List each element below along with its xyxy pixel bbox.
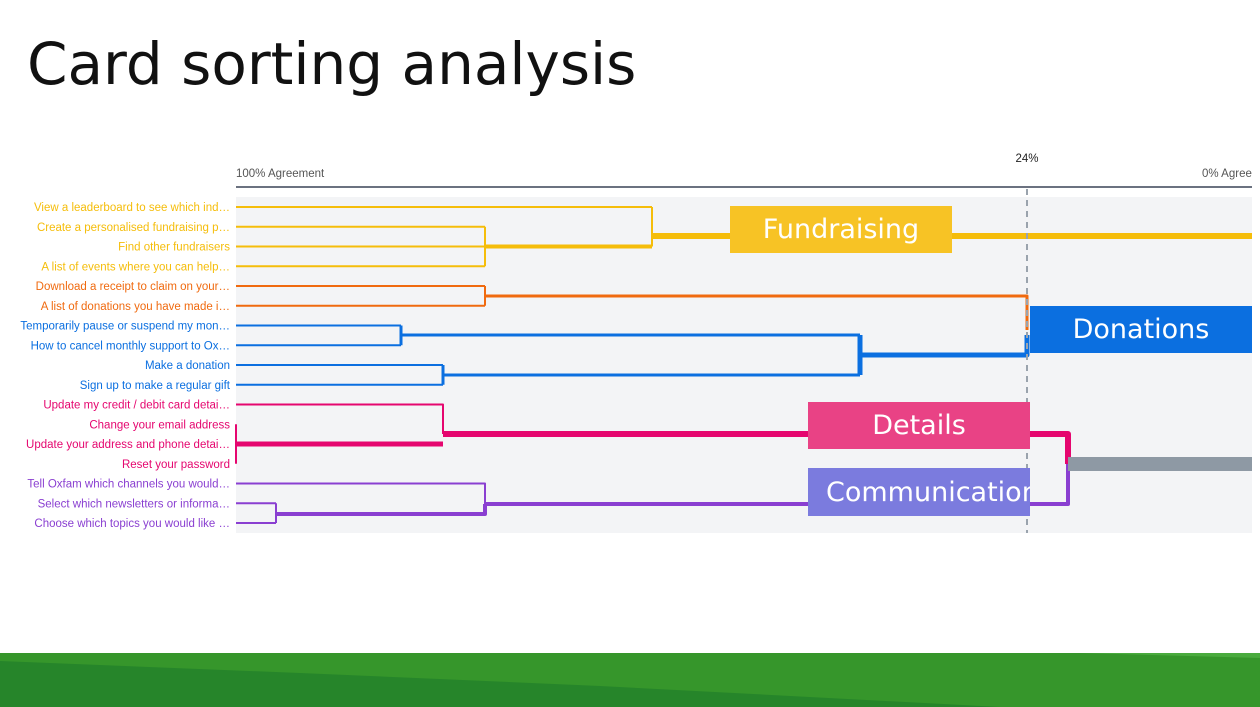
dendrogram: 100% Agreement 0% Agreement 24% View a l… <box>20 153 1260 533</box>
card-label[interactable]: Select which newsletters or informa… <box>38 498 230 510</box>
card-label[interactable]: View a leaderboard to see which ind… <box>34 202 230 214</box>
cluster-donations[interactable]: Donations <box>1030 306 1252 353</box>
card-label[interactable]: Update your address and phone detai… <box>26 439 230 451</box>
card-label[interactable]: A list of events where you can help… <box>41 261 230 273</box>
card-label[interactable]: Create a personalised fundraising p… <box>37 222 230 234</box>
card-label[interactable]: Make a donation <box>145 360 230 372</box>
card-label[interactable]: Choose which topics you would like … <box>34 518 230 530</box>
threshold-label: 24% <box>1015 153 1038 165</box>
cluster-label: Details <box>872 410 966 441</box>
card-label[interactable]: How to cancel monthly support to Ox… <box>31 340 230 352</box>
card-label[interactable]: A list of donations you have made i… <box>41 301 230 313</box>
card-label[interactable]: Change your email address <box>89 419 230 431</box>
footer-band <box>0 653 1260 707</box>
card-label[interactable]: Temporarily pause or suspend my mon… <box>20 321 230 333</box>
card-label[interactable]: Find other fundraisers <box>118 242 230 254</box>
axis-right-label: 0% Agreement <box>1202 168 1260 180</box>
cluster-label: Communications <box>826 476 1030 508</box>
cluster-communications[interactable]: Communications <box>808 468 1030 516</box>
cluster-fundraising[interactable]: Fundraising <box>730 206 952 253</box>
card-label[interactable]: Sign up to make a regular gift <box>80 380 231 392</box>
card-label[interactable]: Update my credit / debit card detai… <box>43 400 230 412</box>
cluster-details[interactable]: Details <box>808 402 1030 449</box>
card-label[interactable]: Reset your password <box>122 459 230 471</box>
cluster-label: Fundraising <box>762 214 920 245</box>
card-label[interactable]: Download a receipt to claim on your… <box>36 281 230 293</box>
card-label[interactable]: Tell Oxfam which channels you would… <box>27 479 230 491</box>
cluster-label: Donations <box>1072 314 1210 345</box>
axis-left-label: 100% Agreement <box>236 168 325 180</box>
